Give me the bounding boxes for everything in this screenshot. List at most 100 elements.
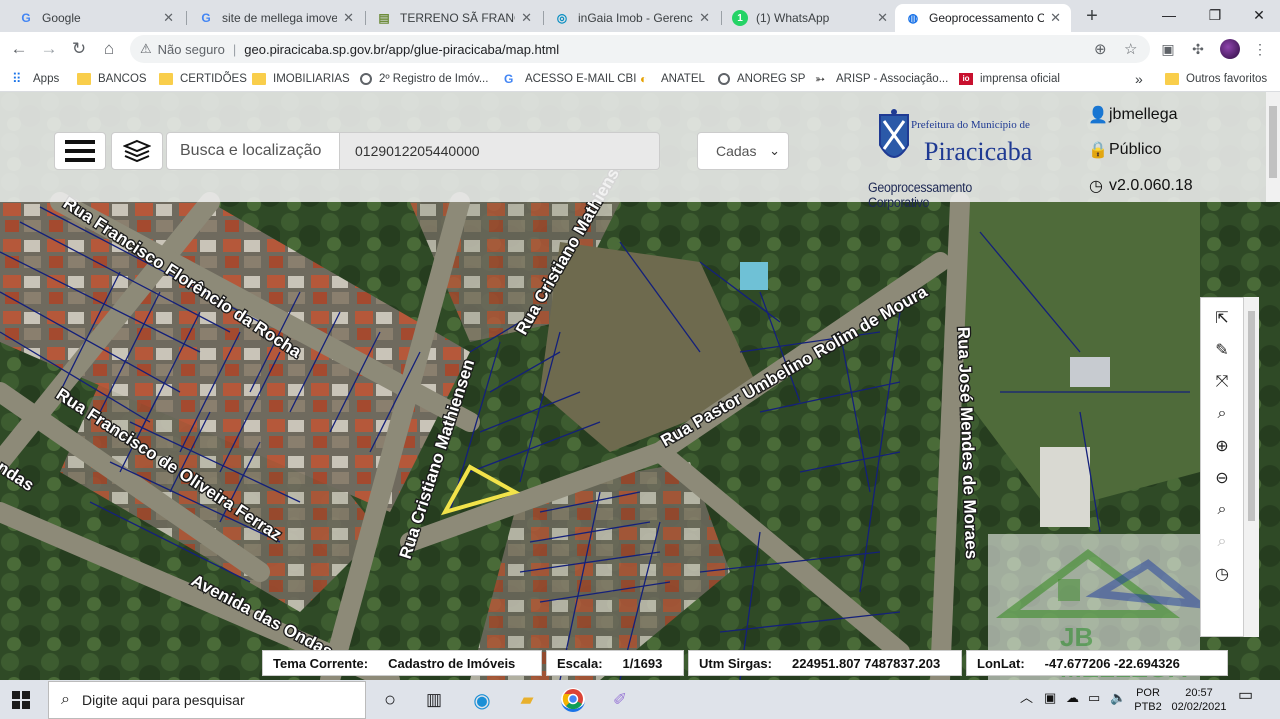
close-icon[interactable]: ✕ — [521, 10, 532, 26]
chrome-icon[interactable] — [561, 688, 585, 712]
home-button[interactable]: ⌂ — [98, 38, 120, 60]
map-status-bar: Tema Corrente: Cadastro de Imóveis Escal… — [262, 649, 1232, 677]
prefeitura-logo: Prefeitura do Município de Piracicaba Ge… — [868, 104, 1038, 210]
folder-icon — [159, 73, 173, 85]
cortana-icon[interactable]: ○ — [378, 688, 402, 712]
edge-icon[interactable]: ◉ — [470, 688, 494, 712]
menu-kebab-icon[interactable]: ⋮ — [1250, 39, 1270, 59]
tray-chevron-up-icon[interactable]: ︿ — [1020, 691, 1033, 705]
google-icon: G — [21, 11, 31, 25]
maximize-button[interactable]: ❐ — [1192, 0, 1238, 30]
lonlat-coordinates: LonLat: -47.677206 -22.694326 — [966, 650, 1228, 676]
extension-icon[interactable]: ▣ — [1158, 39, 1178, 59]
map-viewport[interactable]: Rua Francisco Florêncio da Rocha Rua Fra… — [0, 92, 1280, 680]
search-label: Busca e localização — [166, 132, 340, 170]
zoom-in-tool[interactable]: ⊕ — [1201, 430, 1243, 462]
bookmark-star-icon[interactable]: ☆ — [1124, 40, 1137, 58]
close-icon[interactable]: ✕ — [877, 10, 888, 26]
bookmark-email-cbi[interactable]: G ACESSO E-MAIL CBI — [504, 71, 636, 87]
utm-coordinates: Utm Sirgas: 224951.807 7487837.203 — [688, 650, 962, 676]
google-icon: G — [201, 11, 211, 25]
taskbar-search[interactable]: ⌕ Digite aqui para pesquisar — [48, 681, 366, 719]
bookmark-arisp[interactable]: ➳ ARISP - Associação... — [815, 71, 948, 87]
tab-geoprocessamento[interactable]: ◍ Geoprocessamento Cor ✕ — [895, 4, 1071, 32]
tab-google[interactable]: G Google ✕ — [8, 4, 184, 32]
select-arrow-tool[interactable]: ⇱ — [1201, 302, 1243, 334]
zoom-icon[interactable]: ⊕ — [1094, 40, 1107, 58]
bookmark-imprensa[interactable]: io imprensa oficial — [959, 71, 1060, 87]
windows-taskbar: ⌕ Digite aqui para pesquisar ○ ▥ ◉ ▰ ✐ ︿… — [0, 680, 1280, 719]
tools-scrollbar[interactable] — [1244, 297, 1259, 637]
user-icon: 👤 — [1088, 107, 1108, 124]
battery-icon[interactable]: ▭ — [1088, 691, 1100, 705]
io-icon: io — [959, 73, 973, 85]
new-tab-button[interactable]: + — [1082, 4, 1102, 28]
tab-terreno[interactable]: ▤ TERRENO SÃ FRANCISCO ✕ — [366, 4, 542, 32]
search-input[interactable] — [340, 132, 660, 170]
tray-app-icon[interactable]: ▣ — [1044, 691, 1056, 705]
bookmark-outros-favoritos[interactable]: Outros favoritos — [1165, 71, 1267, 87]
folder-icon — [77, 73, 91, 85]
bookmark-apps[interactable]: ⠿ Apps — [12, 71, 59, 87]
notification-icon[interactable]: ▭ — [1238, 688, 1253, 704]
bookmark-anatel[interactable]: ◐ ANATEL — [640, 71, 705, 87]
language-indicator[interactable]: POR PTB2 — [1134, 686, 1162, 714]
clock[interactable]: 20:57 02/02/2021 — [1168, 686, 1230, 714]
close-icon[interactable]: ✕ — [699, 10, 710, 26]
folder-icon — [252, 73, 266, 85]
bookmark-certidoes[interactable]: CERTIDÕES — [159, 71, 247, 87]
reload-button[interactable]: ↻ — [68, 38, 90, 60]
browser-toolbar: ← → ↻ ⌂ ⚠ Não seguro | geo.piracicaba.sp… — [0, 32, 1280, 66]
forward-button[interactable]: → — [38, 38, 60, 60]
google-icon: G — [504, 72, 514, 86]
cloud-icon[interactable]: ☁ — [1066, 691, 1079, 705]
bookmark-bancos[interactable]: BANCOS — [77, 71, 147, 87]
globe-icon: ◍ — [907, 11, 919, 25]
windows-start-icon[interactable] — [12, 691, 30, 709]
anatel-icon: ◐ — [640, 72, 648, 86]
zoom-previous-tool[interactable]: ⌕ — [1201, 494, 1243, 526]
current-theme: Tema Corrente: Cadastro de Imóveis — [262, 650, 542, 676]
tab-ingaia[interactable]: ◎ inGaia Imob - Gerenciar ✕ — [544, 4, 720, 32]
task-view-icon[interactable]: ▥ — [422, 688, 446, 712]
zoom-next-tool[interactable]: ⌕ — [1201, 526, 1243, 558]
main-menu-button[interactable] — [54, 132, 106, 170]
bookmark-anoreg[interactable]: ANOREG SP — [718, 71, 805, 87]
whatsapp-icon: 1 — [732, 10, 748, 26]
zoom-window-tool[interactable]: ⌕ — [1201, 398, 1243, 430]
bookmark-imobiliarias[interactable]: IMOBILIARIAS — [252, 71, 350, 87]
profile-avatar[interactable] — [1220, 39, 1240, 59]
hamburger-icon — [65, 140, 95, 162]
full-extent-tool[interactable]: ⤧ — [1201, 366, 1243, 398]
bookmark-registro[interactable]: 2º Registro de Imóv... — [360, 71, 488, 87]
eraser-tool[interactable]: ✎ — [1201, 334, 1243, 366]
warning-icon[interactable]: ⚠ — [140, 41, 152, 57]
globe-icon — [718, 73, 730, 85]
paint-icon[interactable]: ✐ — [608, 688, 632, 712]
back-button[interactable]: ← — [8, 38, 30, 60]
file-explorer-icon[interactable]: ▰ — [515, 688, 539, 712]
header-scrollbar[interactable] — [1266, 92, 1280, 202]
bookmarks-overflow[interactable]: » — [1135, 71, 1143, 87]
measure-tool[interactable]: ◷ — [1201, 558, 1243, 590]
map-scale: Escala: 1/1693 — [546, 650, 684, 676]
puzzle-icon[interactable]: ✣ — [1188, 39, 1208, 59]
minimize-button[interactable]: — — [1146, 0, 1192, 30]
security-label[interactable]: Não seguro — [158, 42, 225, 57]
layers-button[interactable] — [111, 132, 163, 170]
volume-icon[interactable]: 🔈 — [1110, 691, 1126, 705]
close-icon[interactable]: ✕ — [163, 10, 174, 26]
close-icon[interactable]: ✕ — [1050, 10, 1061, 26]
city-crest-icon — [879, 109, 909, 158]
url-text[interactable]: geo.piracicaba.sp.gov.br/app/glue-piraci… — [244, 42, 559, 57]
tab-site-mellega[interactable]: G site de mellega imoveis ✕ — [188, 4, 364, 32]
tab-whatsapp[interactable]: 1 (1) WhatsApp ✕ — [722, 4, 898, 32]
zoom-out-tool[interactable]: ⊖ — [1201, 462, 1243, 494]
layer-select[interactable]: Cadas ⌄ — [697, 132, 789, 170]
address-bar[interactable]: ⚠ Não seguro | geo.piracicaba.sp.gov.br/… — [130, 35, 1150, 63]
user-info[interactable]: 👤 jbmellega — [1088, 105, 1177, 125]
window-close-button[interactable]: ✕ — [1236, 0, 1280, 30]
document-icon: ▤ — [378, 11, 390, 25]
close-icon[interactable]: ✕ — [343, 10, 354, 26]
version-info: ◷ v2.0.060.18 — [1089, 177, 1193, 195]
